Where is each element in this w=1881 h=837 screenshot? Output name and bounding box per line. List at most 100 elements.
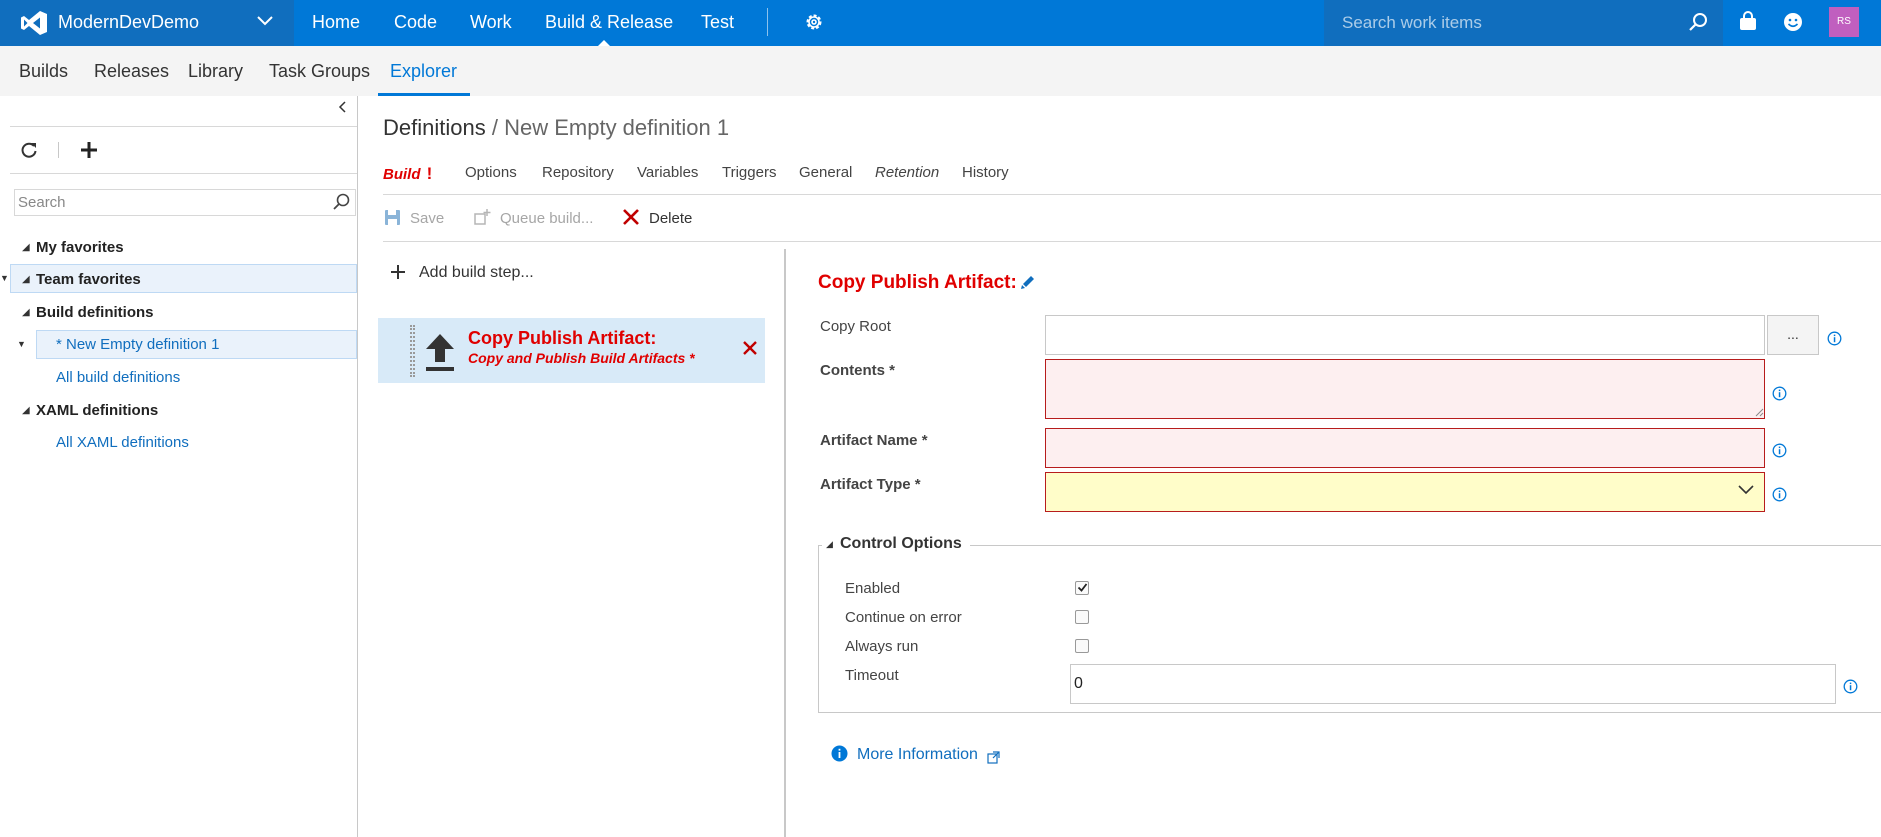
info-icon[interactable] [1772,443,1787,458]
expand-triangle-icon[interactable]: ◢ [22,274,30,285]
upload-artifact-icon [426,334,454,371]
nav-divider [767,8,768,36]
tab-triggers[interactable]: Triggers [722,164,776,181]
artifact-name-field[interactable] [1045,428,1765,468]
search-icon[interactable] [331,192,351,212]
artifact-type-select[interactable] [1045,472,1765,512]
drag-handle-icon[interactable] [410,325,415,377]
nav-test[interactable]: Test [701,12,734,33]
chevron-down-icon[interactable] [256,13,274,27]
tree-new-empty-definition[interactable]: * New Empty definition 1 [56,336,219,353]
subnav-explorer[interactable]: Explorer [390,61,457,82]
enabled-label: Enabled [845,580,901,597]
account-name[interactable]: ModernDevDemo [58,12,199,33]
nav-work[interactable]: Work [470,12,512,33]
pencil-edit-icon[interactable] [1019,273,1037,291]
tree-build-definitions[interactable]: Build definitions [36,304,154,321]
add-step-plus-icon[interactable] [390,264,406,280]
search-icon[interactable] [1687,11,1709,33]
definitions-search-input[interactable]: Search [18,194,66,211]
tree-xaml-definitions[interactable]: XAML definitions [36,402,158,419]
chevron-down-icon[interactable] [1737,483,1755,495]
subnav-active-underline [378,93,470,96]
continue-on-error-checkbox[interactable] [1075,610,1089,624]
info-icon [831,745,848,762]
error-mark-icon: ! [426,164,433,183]
info-icon[interactable] [1843,679,1858,694]
add-build-step-button[interactable]: Add build step... [419,264,534,282]
nav-home[interactable]: Home [312,12,360,33]
checkmark-icon [1077,583,1088,592]
tab-variables[interactable]: Variables [637,164,698,181]
marketplace-bag-icon[interactable] [1737,11,1759,33]
divider [383,194,1881,195]
breadcrumb-current: New Empty definition 1 [504,115,730,140]
queue-build-button[interactable]: Queue build... [500,210,593,227]
expand-triangle-icon[interactable]: ◢ [22,242,30,253]
continue-on-error-label: Continue on error [845,609,962,626]
search-input[interactable]: Search work items [1342,13,1482,33]
subnav-releases[interactable]: Releases [94,61,169,82]
save-button[interactable]: Save [410,210,444,227]
tab-general[interactable]: General [799,164,852,181]
tree-my-favorites[interactable]: My favorites [36,239,124,256]
external-link-icon[interactable] [987,751,1000,764]
artifact-name-label: Artifact Name * [820,432,928,449]
contents-field[interactable] [1045,359,1765,419]
collapse-triangle-icon[interactable]: ◢ [826,539,833,550]
add-definition-icon[interactable] [78,139,100,161]
delete-x-icon [623,209,639,225]
artifact-type-label: Artifact Type * [820,476,921,493]
info-icon[interactable] [1772,487,1787,502]
resize-grip-icon[interactable] [1755,408,1764,417]
collapse-triangle-icon[interactable]: ▼ [17,339,26,349]
info-icon[interactable] [1772,386,1787,401]
subnav-task-groups[interactable]: Task Groups [269,61,370,82]
gear-icon[interactable] [803,11,825,33]
task-title: Copy Publish Artifact: [818,272,1017,293]
save-disk-icon [385,210,400,225]
tab-build-label: Build [383,166,421,183]
delete-button[interactable]: Delete [649,210,692,227]
control-options-title[interactable]: Control Options [840,535,962,553]
contents-label: Contents * [820,362,895,379]
remove-step-icon[interactable] [741,339,759,357]
breadcrumb-root[interactable]: Definitions [383,115,486,140]
tab-options[interactable]: Options [465,164,517,181]
divider [383,241,1881,242]
nav-build-release[interactable]: Build & Release [545,12,673,33]
divider [58,142,59,158]
more-information-link[interactable]: More Information [857,746,978,764]
browse-button[interactable]: ... [1767,315,1819,355]
enabled-checkbox[interactable] [1075,581,1089,595]
steps-panel-divider [784,249,786,837]
divider [10,173,357,174]
tab-repository[interactable]: Repository [542,164,614,181]
tree-all-build-definitions[interactable]: All build definitions [56,369,180,386]
always-run-checkbox[interactable] [1075,639,1089,653]
avatar[interactable]: RS [1829,7,1859,37]
expand-triangle-icon[interactable]: ◢ [22,405,30,416]
tree-all-xaml-definitions[interactable]: All XAML definitions [56,434,189,451]
tree-team-favorites[interactable]: Team favorites [36,271,141,288]
copy-root-field[interactable] [1045,315,1765,355]
subnav-library[interactable]: Library [188,61,243,82]
breadcrumb: Definitions / New Empty definition 1 [383,115,729,141]
expand-triangle-icon[interactable]: ◢ [22,307,30,318]
tab-retention[interactable]: Retention [875,164,939,181]
collapse-triangle-icon[interactable]: ▼ [0,273,9,283]
queue-build-icon [474,209,491,225]
smiley-feedback-icon[interactable] [1782,11,1804,33]
tab-history[interactable]: History [962,164,1009,181]
timeout-value[interactable]: 0 [1074,675,1083,693]
timeout-field[interactable] [1070,664,1836,704]
tab-build[interactable]: Build ! [383,164,432,184]
info-icon[interactable] [1827,331,1842,346]
divider [10,126,357,127]
collapse-panel-icon[interactable] [336,100,350,114]
refresh-icon[interactable] [19,140,39,160]
subnav-builds[interactable]: Builds [19,61,68,82]
nav-code[interactable]: Code [394,12,437,33]
visual-studio-logo-icon[interactable] [20,9,48,37]
timeout-label: Timeout [845,667,899,684]
